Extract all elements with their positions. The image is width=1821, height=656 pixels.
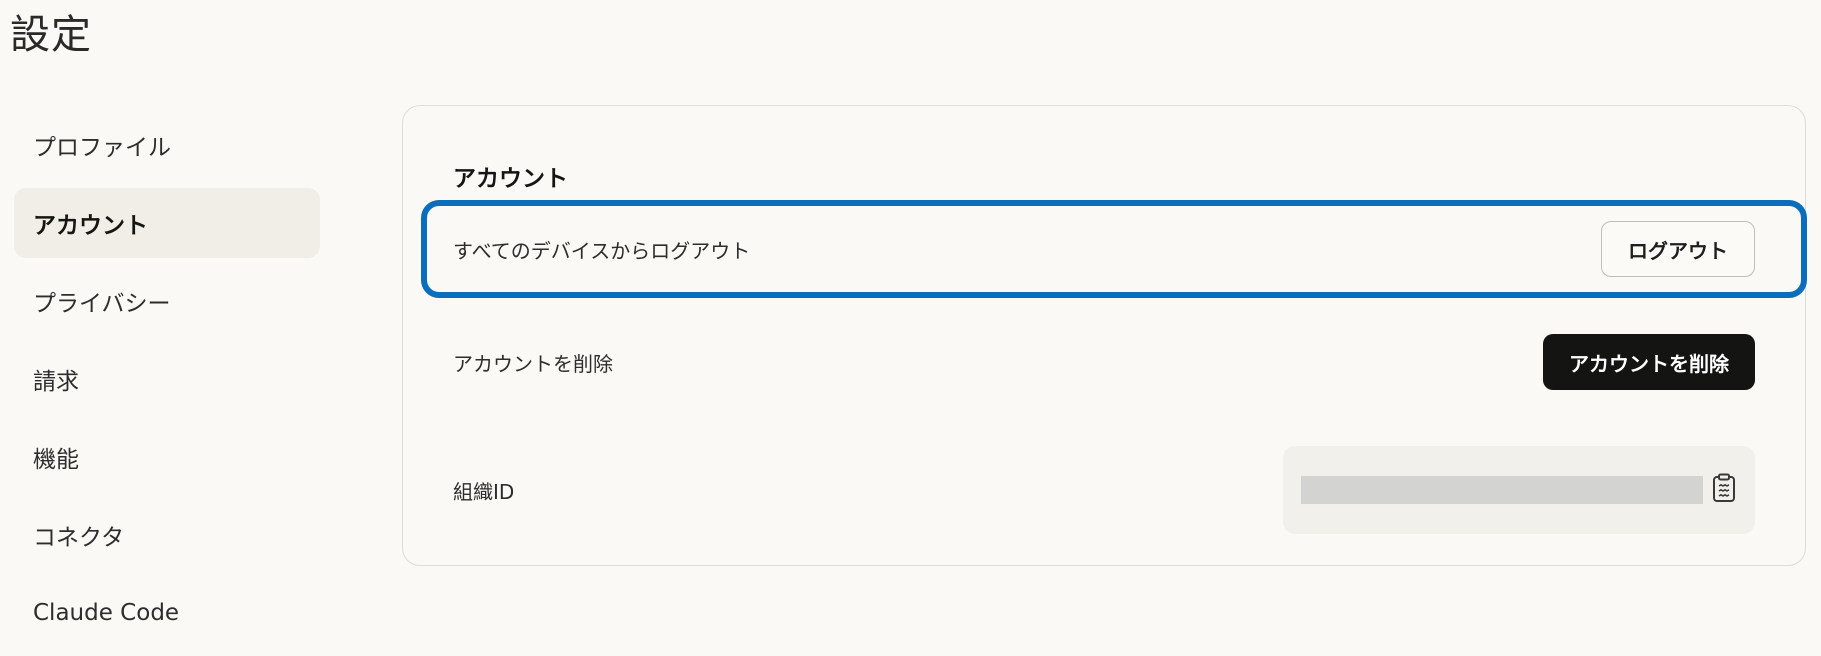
settings-sidebar: プロファイル アカウント プライバシー 請求 機能 コネクタ Claude Co…: [14, 110, 320, 656]
logout-all-row: すべてのデバイスからログアウト ログアウト: [453, 220, 1755, 278]
section-title: アカウント: [453, 166, 568, 192]
sidebar-item-connectors[interactable]: コネクタ: [14, 500, 320, 570]
sidebar-item-label: プライバシー: [33, 291, 171, 317]
account-settings-panel: アカウント すべてのデバイスからログアウト ログアウト アカウントを削除 アカウ…: [402, 105, 1807, 566]
delete-account-button[interactable]: アカウントを削除: [1543, 334, 1755, 390]
sidebar-item-claude-code[interactable]: Claude Code: [14, 578, 320, 648]
sidebar-item-label: Claude Code: [33, 600, 180, 626]
sidebar-item-label: コネクタ: [33, 525, 125, 551]
delete-account-label: アカウントを削除: [453, 351, 613, 376]
page-title: 設定: [10, 12, 92, 58]
sidebar-item-label: 請求: [33, 369, 79, 395]
sidebar-item-billing[interactable]: 請求: [14, 344, 320, 414]
org-id-row: 組織ID: [453, 446, 1755, 534]
delete-account-row: アカウントを削除 アカウントを削除: [453, 333, 1755, 391]
sidebar-item-features[interactable]: 機能: [14, 422, 320, 492]
org-id-label: 組織ID: [453, 479, 515, 504]
org-id-value-redacted: [1301, 476, 1703, 504]
sidebar-item-account[interactable]: アカウント: [14, 188, 320, 258]
org-id-field: [1283, 446, 1755, 534]
logout-button[interactable]: ログアウト: [1601, 221, 1755, 277]
logout-all-label: すべてのデバイスからログアウト: [453, 238, 751, 263]
sidebar-item-label: プロファイル: [33, 135, 171, 161]
sidebar-item-label: アカウント: [33, 213, 148, 239]
sidebar-item-label: 機能: [33, 447, 79, 473]
clipboard-icon[interactable]: [1711, 473, 1737, 507]
sidebar-item-profile[interactable]: プロファイル: [14, 110, 320, 180]
sidebar-item-privacy[interactable]: プライバシー: [14, 266, 320, 336]
